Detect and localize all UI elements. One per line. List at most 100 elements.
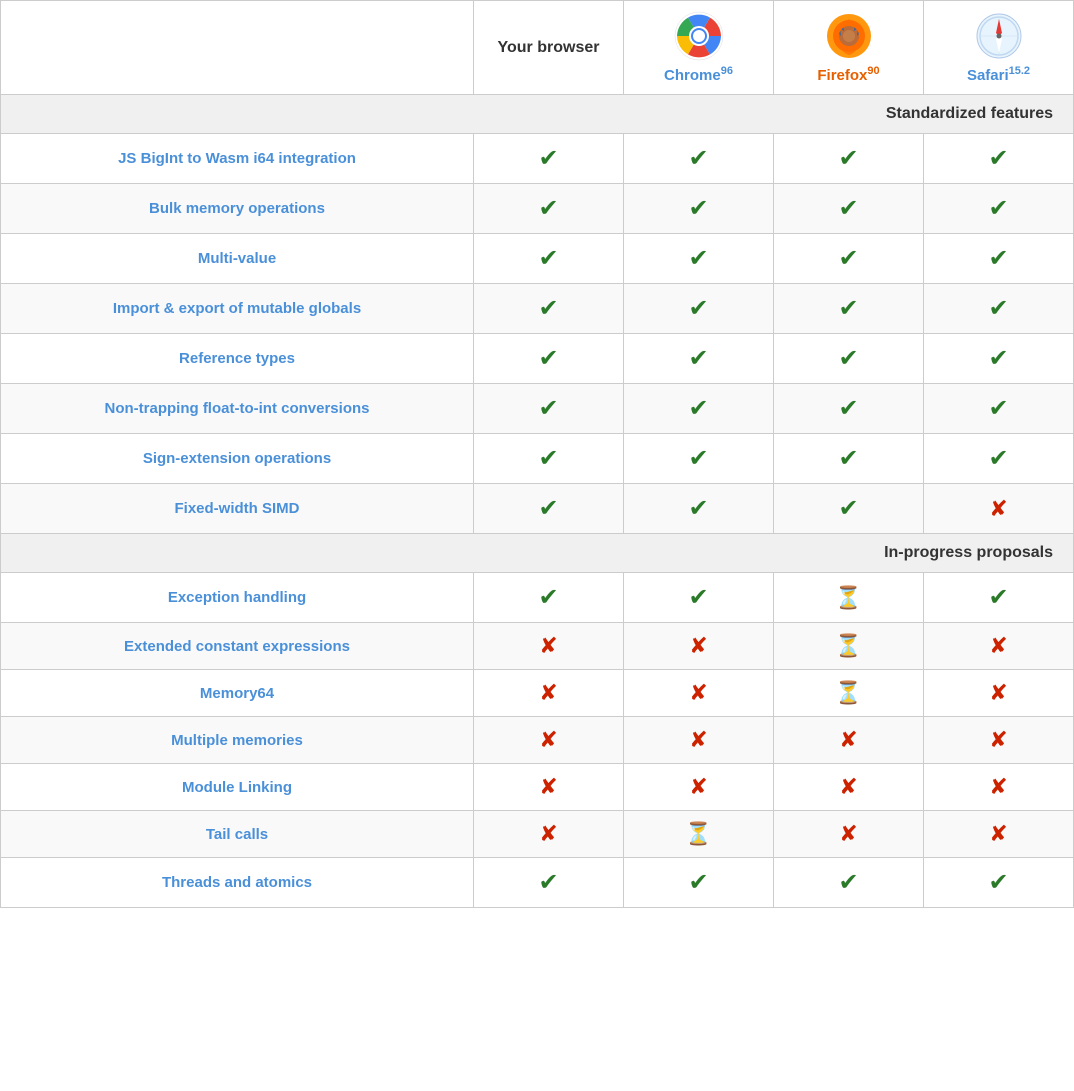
chrome-cell: ✔: [624, 134, 774, 184]
chrome-cell: ✘: [624, 623, 774, 670]
chrome-cell: ✔: [624, 573, 774, 623]
firefox-icon: [824, 11, 874, 61]
feature-label: Bulk memory operations: [1, 184, 474, 234]
table-row: Threads and atomics ✔ ✔ ✔ ✔: [1, 858, 1074, 908]
safari-cell: ✔: [924, 134, 1074, 184]
firefox-cell: ⏳: [774, 670, 924, 717]
table-row: Multi-value ✔ ✔ ✔ ✔: [1, 234, 1074, 284]
chrome-cell: ✘: [624, 717, 774, 764]
safari-version: 15.2: [1009, 65, 1030, 77]
feature-label: Sign-extension operations: [1, 434, 474, 484]
your-browser-cell: ✘: [474, 717, 624, 764]
safari-cell: ✔: [924, 384, 1074, 434]
your-browser-cell: ✔: [474, 573, 624, 623]
firefox-name: Firefox90: [780, 65, 917, 84]
safari-cell: ✘: [924, 623, 1074, 670]
your-browser-cell: ✔: [474, 234, 624, 284]
safari-cell: ✘: [924, 764, 1074, 811]
chrome-cell: ⏳: [624, 811, 774, 858]
firefox-cell: ✔: [774, 334, 924, 384]
safari-cell: ✘: [924, 811, 1074, 858]
firefox-version: 90: [867, 65, 879, 77]
safari-cell: ✘: [924, 670, 1074, 717]
firefox-cell: ✔: [774, 434, 924, 484]
feature-label: Reference types: [1, 334, 474, 384]
feature-label: Fixed-width SIMD: [1, 484, 474, 534]
your-browser-cell: ✔: [474, 858, 624, 908]
feature-label: JS BigInt to Wasm i64 integration: [1, 134, 474, 184]
safari-cell: ✔: [924, 573, 1074, 623]
firefox-cell: ⏳: [774, 573, 924, 623]
your-browser-cell: ✘: [474, 623, 624, 670]
chrome-icon: [674, 11, 724, 61]
feature-label: Import & export of mutable globals: [1, 284, 474, 334]
safari-header: Safari15.2: [924, 1, 1074, 95]
table-row: Module Linking ✘ ✘ ✘ ✘: [1, 764, 1074, 811]
chrome-cell: ✔: [624, 284, 774, 334]
table-row: Fixed-width SIMD ✔ ✔ ✔ ✘: [1, 484, 1074, 534]
chrome-cell: ✔: [624, 334, 774, 384]
chrome-cell: ✔: [624, 434, 774, 484]
firefox-cell: ✔: [774, 858, 924, 908]
safari-icon: [974, 11, 1024, 61]
firefox-cell: ⏳: [774, 623, 924, 670]
firefox-cell: ✔: [774, 484, 924, 534]
your-browser-cell: ✔: [474, 284, 624, 334]
safari-cell: ✔: [924, 234, 1074, 284]
chrome-cell: ✘: [624, 764, 774, 811]
firefox-cell: ✔: [774, 284, 924, 334]
safari-cell: ✔: [924, 334, 1074, 384]
compatibility-table: Your browser: [0, 0, 1074, 908]
safari-cell: ✔: [924, 434, 1074, 484]
table-row: JS BigInt to Wasm i64 integration ✔ ✔ ✔ …: [1, 134, 1074, 184]
chrome-cell: ✔: [624, 184, 774, 234]
firefox-cell: ✔: [774, 234, 924, 284]
table-row: Import & export of mutable globals ✔ ✔ ✔…: [1, 284, 1074, 334]
your-browser-header: Your browser: [474, 1, 624, 95]
feature-label: Threads and atomics: [1, 858, 474, 908]
your-browser-cell: ✔: [474, 134, 624, 184]
table-row: Multiple memories ✘ ✘ ✘ ✘: [1, 717, 1074, 764]
firefox-cell: ✘: [774, 717, 924, 764]
feature-label: Module Linking: [1, 764, 474, 811]
firefox-header: Firefox90: [774, 1, 924, 95]
feature-label: Tail calls: [1, 811, 474, 858]
feature-label: Memory64: [1, 670, 474, 717]
chrome-cell: ✔: [624, 484, 774, 534]
table-row: Non-trapping float-to-int conversions ✔ …: [1, 384, 1074, 434]
feature-label: Exception handling: [1, 573, 474, 623]
your-browser-cell: ✔: [474, 484, 624, 534]
your-browser-cell: ✔: [474, 334, 624, 384]
safari-cell: ✘: [924, 717, 1074, 764]
table-row: Extended constant expressions ✘ ✘ ⏳ ✘: [1, 623, 1074, 670]
chrome-name: Chrome96: [630, 65, 767, 84]
safari-name: Safari15.2: [930, 65, 1067, 84]
table-row: Tail calls ✘ ⏳ ✘ ✘: [1, 811, 1074, 858]
safari-cell: ✔: [924, 184, 1074, 234]
table-row: Bulk memory operations ✔ ✔ ✔ ✔: [1, 184, 1074, 234]
your-browser-cell: ✔: [474, 434, 624, 484]
safari-cell: ✔: [924, 284, 1074, 334]
firefox-cell: ✘: [774, 811, 924, 858]
section-header-1: In-progress proposals: [1, 534, 1074, 573]
your-browser-cell: ✔: [474, 384, 624, 434]
chrome-cell: ✘: [624, 670, 774, 717]
table-row: Memory64 ✘ ✘ ⏳ ✘: [1, 670, 1074, 717]
feature-label: Multi-value: [1, 234, 474, 284]
your-browser-label: Your browser: [498, 39, 600, 56]
chrome-cell: ✔: [624, 858, 774, 908]
your-browser-cell: ✔: [474, 184, 624, 234]
feature-label: Extended constant expressions: [1, 623, 474, 670]
firefox-cell: ✔: [774, 134, 924, 184]
your-browser-cell: ✘: [474, 811, 624, 858]
table-row: Reference types ✔ ✔ ✔ ✔: [1, 334, 1074, 384]
feature-label: Non-trapping float-to-int conversions: [1, 384, 474, 434]
chrome-cell: ✔: [624, 384, 774, 434]
your-browser-cell: ✘: [474, 764, 624, 811]
chrome-header: Chrome96: [624, 1, 774, 95]
firefox-cell: ✘: [774, 764, 924, 811]
your-browser-cell: ✘: [474, 670, 624, 717]
safari-cell: ✔: [924, 858, 1074, 908]
chrome-version: 96: [721, 65, 733, 77]
table-row: Exception handling ✔ ✔ ⏳ ✔: [1, 573, 1074, 623]
